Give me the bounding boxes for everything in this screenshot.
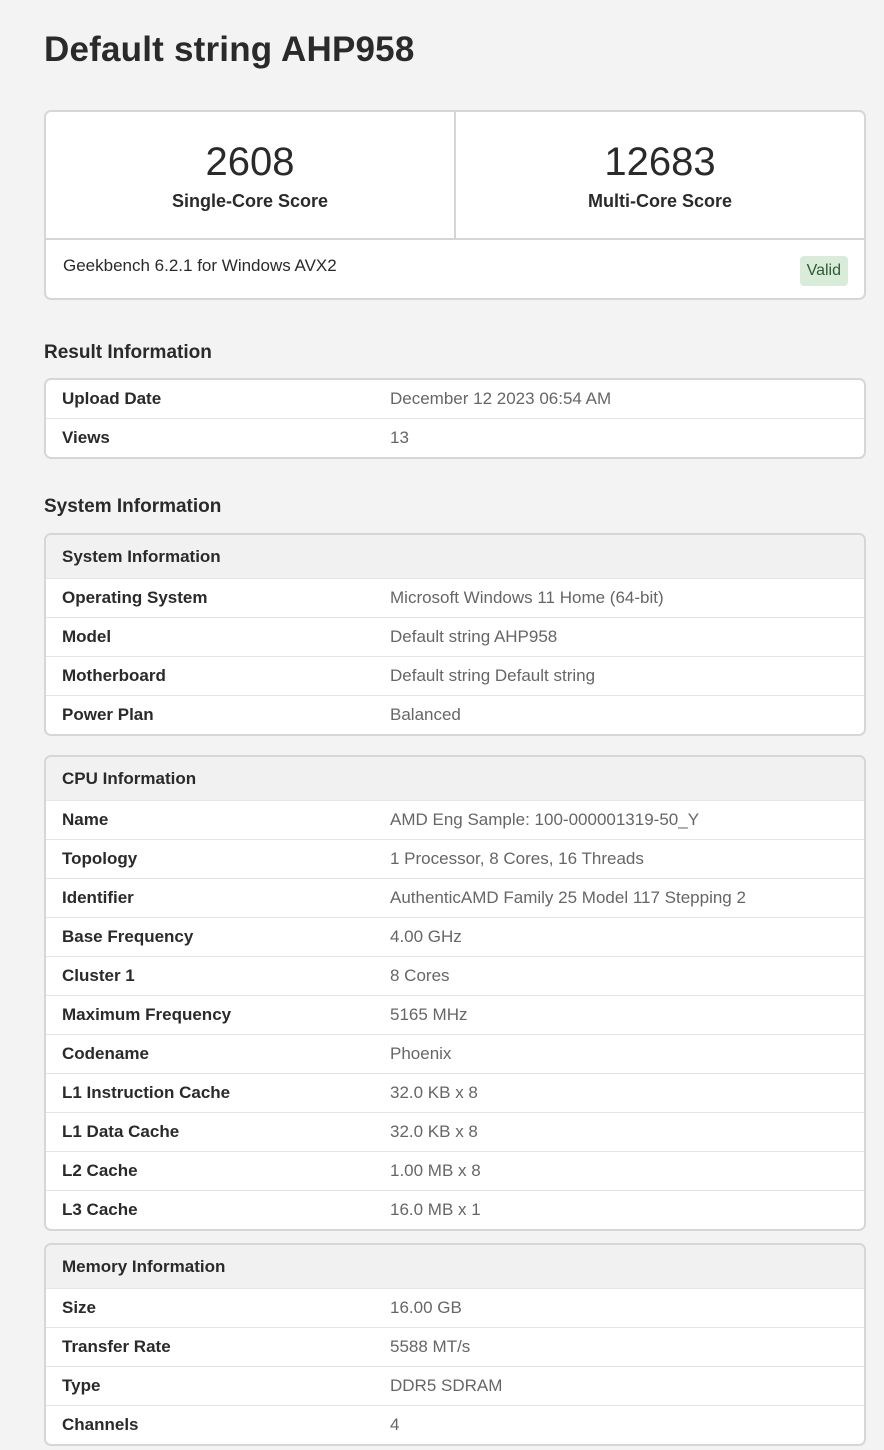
row-key: Identifier [62,888,134,907]
row-key: Type [62,1376,101,1395]
system-information-table-header: System Information [46,535,864,579]
system-information-table: System Information Operating System Micr… [44,533,866,736]
row-value: Microsoft Windows 11 Home (64-bit) [390,588,664,607]
table-row: Identifier AuthenticAMD Family 25 Model … [46,878,864,917]
row-key: Topology [62,849,138,868]
row-value: 5588 MT/s [390,1337,471,1356]
row-value: 1 Processor, 8 Cores, 16 Threads [390,849,644,868]
table-row: Transfer Rate 5588 MT/s [46,1327,864,1366]
table-row: Size 16.00 GB [46,1289,864,1327]
row-value: 32.0 KB x 8 [390,1083,478,1102]
memory-information-table-header: Memory Information [46,1245,864,1289]
row-value: 4.00 GHz [390,927,462,946]
row-key: Operating System [62,588,208,607]
row-value: 8 Cores [390,966,450,985]
table-row: Codename Phoenix [46,1034,864,1073]
table-row: Motherboard Default string Default strin… [46,656,864,695]
multi-core-score: 12683 Multi-Core Score [454,112,864,238]
score-card: 2608 Single-Core Score 12683 Multi-Core … [44,110,866,300]
table-row: L3 Cache 16.0 MB x 1 [46,1190,864,1229]
multi-core-score-label: Multi-Core Score [587,191,733,211]
table-row: Views 13 [46,418,864,457]
table-row: Base Frequency 4.00 GHz [46,917,864,956]
row-key: Transfer Rate [62,1337,171,1356]
row-value: 16.00 GB [390,1298,462,1317]
row-key: Upload Date [62,389,162,408]
table-row: Topology 1 Processor, 8 Cores, 16 Thread… [46,839,864,878]
table-row: Power Plan Balanced [46,695,864,734]
table-row: L1 Data Cache 32.0 KB x 8 [46,1112,864,1151]
row-value: AuthenticAMD Family 25 Model 117 Steppin… [390,888,746,907]
table-row: Model Default string AHP958 [46,617,864,656]
row-key: Codename [62,1044,149,1063]
table-row: Name AMD Eng Sample: 100-000001319-50_Y [46,801,864,839]
benchmark-version: Geekbench 6.2.1 for Windows AVX2 [63,256,337,275]
row-value: 32.0 KB x 8 [390,1122,478,1141]
row-value: 5165 MHz [390,1005,468,1024]
row-key: Name [62,810,109,829]
row-key: Maximum Frequency [62,1005,232,1024]
row-value: 16.0 MB x 1 [390,1200,481,1219]
row-key: Power Plan [62,705,154,724]
page-title: Default string AHP958 [44,30,415,69]
row-value: Balanced [390,705,461,724]
row-key: L2 Cache [62,1161,138,1180]
row-value: Default string Default string [390,666,596,685]
row-value: AMD Eng Sample: 100-000001319-50_Y [390,810,700,829]
table-row: Upload Date December 12 2023 06:54 AM [46,380,864,418]
multi-core-score-value: 12683 [604,140,716,184]
row-key: Size [62,1298,97,1317]
row-value: DDR5 SDRAM [390,1376,503,1395]
row-value: 1.00 MB x 8 [390,1161,481,1180]
table-row: L1 Instruction Cache 32.0 KB x 8 [46,1073,864,1112]
row-key: Motherboard [62,666,166,685]
row-value: Phoenix [390,1044,452,1063]
table-row: Channels 4 [46,1405,864,1444]
single-core-score-value: 2608 [205,140,295,184]
score-footer: Geekbench 6.2.1 for Windows AVX2 Valid [46,240,864,298]
row-key: L1 Data Cache [62,1122,180,1141]
cpu-information-table: CPU Information Name AMD Eng Sample: 100… [44,755,866,1231]
cpu-information-table-header: CPU Information [46,757,864,801]
result-information-heading: Result Information [44,342,212,363]
row-key: L1 Instruction Cache [62,1083,231,1102]
system-information-section-heading: System Information [44,496,222,517]
result-information-table: Upload Date December 12 2023 06:54 AM Vi… [44,378,866,459]
row-key: Views [62,428,110,447]
row-key: L3 Cache [62,1200,138,1219]
table-row: L2 Cache 1.00 MB x 8 [46,1151,864,1190]
row-key: Channels [62,1415,139,1434]
row-value: December 12 2023 06:54 AM [390,389,612,408]
row-key: Cluster 1 [62,966,135,985]
memory-information-table: Memory Information Size 16.00 GB Transfe… [44,1243,866,1446]
single-core-score: 2608 Single-Core Score [46,112,454,238]
score-row: 2608 Single-Core Score 12683 Multi-Core … [46,112,864,240]
table-row: Cluster 1 8 Cores [46,956,864,995]
status-badge: Valid [799,256,848,286]
row-key: Model [62,627,112,646]
row-value: Default string AHP958 [390,627,558,646]
row-value: 4 [390,1415,400,1434]
table-row: Type DDR5 SDRAM [46,1366,864,1405]
single-core-score-label: Single-Core Score [171,191,329,211]
table-row: Maximum Frequency 5165 MHz [46,995,864,1034]
table-row: Operating System Microsoft Windows 11 Ho… [46,579,864,617]
row-key: Base Frequency [62,927,194,946]
row-value: 13 [390,428,409,447]
